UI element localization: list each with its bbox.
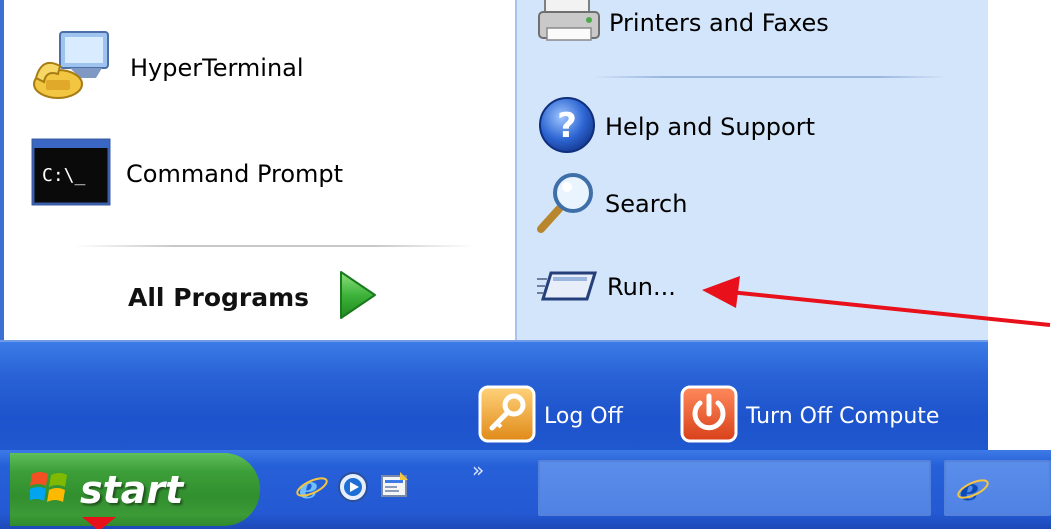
svg-text:?: ? <box>557 106 577 146</box>
annotation-marker-icon <box>82 516 116 529</box>
menu-item-search[interactable]: Search <box>537 172 687 236</box>
menu-item-run[interactable]: Run... <box>537 255 676 319</box>
printer-icon <box>537 0 601 48</box>
menu-item-label: Printers and Faxes <box>609 9 829 37</box>
all-programs-button[interactable]: All Programs <box>128 262 377 332</box>
internet-explorer-icon: e <box>956 472 990 510</box>
help-icon: ? <box>537 95 597 159</box>
menu-item-printers-and-faxes[interactable]: Printers and Faxes <box>537 0 829 46</box>
menu-item-hyperterminal[interactable]: HyperTerminal <box>30 28 304 108</box>
log-off-label: Log Off <box>544 403 623 429</box>
magnifier-icon <box>537 171 597 237</box>
menu-item-help-and-support[interactable]: ? Help and Support <box>537 95 815 159</box>
start-button[interactable]: start <box>10 453 260 526</box>
log-off-button[interactable]: Log Off <box>478 385 623 447</box>
start-label: start <box>80 467 184 512</box>
quick-launch-chevron[interactable]: » <box>472 458 484 482</box>
windows-logo-icon <box>28 468 70 512</box>
green-arrow-icon <box>337 270 377 324</box>
start-menu: HyperTerminal C:\_ Command Prompt All Pr… <box>0 0 988 450</box>
key-icon <box>478 385 536 447</box>
media-player-icon[interactable] <box>336 470 370 508</box>
show-desktop-icon[interactable] <box>378 470 412 508</box>
taskbar-item-internet-explorer[interactable]: e <box>944 460 1051 516</box>
menu-item-label: Command Prompt <box>126 160 344 188</box>
command-prompt-icon-text: C:\_ <box>42 165 86 186</box>
menu-item-label: HyperTerminal <box>130 54 304 82</box>
taskbar-window-area[interactable] <box>538 460 931 516</box>
annotation-arrow-icon <box>700 270 1051 344</box>
left-separator <box>74 245 474 247</box>
turn-off-computer-label: Turn Off Compute <box>746 403 940 429</box>
screenshot: HyperTerminal C:\_ Command Prompt All Pr… <box>0 0 1051 529</box>
power-icon <box>680 385 738 447</box>
run-icon <box>537 265 599 309</box>
menu-item-command-prompt[interactable]: C:\_ Command Prompt <box>30 134 343 214</box>
command-prompt-icon: C:\_ <box>30 137 112 211</box>
turn-off-computer-button[interactable]: Turn Off Compute <box>680 385 939 447</box>
menu-item-label: Run... <box>607 273 676 301</box>
internet-explorer-icon[interactable]: e <box>295 470 329 508</box>
all-programs-label: All Programs <box>128 282 310 312</box>
menu-item-label: Search <box>605 190 688 218</box>
hyperterminal-icon <box>30 26 116 110</box>
right-separator <box>592 76 948 78</box>
menu-item-label: Help and Support <box>605 113 815 141</box>
